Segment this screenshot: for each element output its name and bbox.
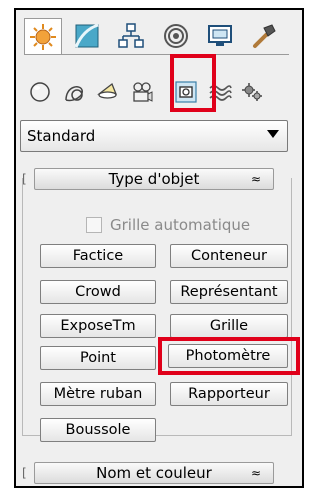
factice-button[interactable]: Factice (40, 244, 156, 268)
cameras-icon (133, 82, 153, 102)
dropdown-selected-value: Standard (27, 127, 96, 145)
category-toolbar (24, 70, 289, 118)
motion-icon (163, 24, 188, 48)
checkbox-box[interactable] (86, 217, 102, 233)
chevron-down-icon (267, 130, 279, 138)
autogrid-checkbox[interactable]: Grille automatique (86, 216, 250, 234)
expand-icon: ≈ (250, 466, 261, 480)
collapse-icon: ≈ (250, 172, 261, 186)
metre-ruban-button[interactable]: Mètre ruban (40, 382, 156, 406)
category-lights[interactable] (94, 78, 122, 106)
category-systems[interactable] (238, 78, 266, 106)
conteneur-button[interactable]: Conteneur (170, 244, 288, 268)
create-icon (30, 23, 57, 50)
object-type-rollout-header[interactable]: [ Type d'objet ≈ (20, 168, 292, 190)
tab-create[interactable] (24, 18, 63, 54)
exposetm-button[interactable]: ExposeTm (40, 314, 156, 338)
point-button[interactable]: Point (40, 346, 156, 370)
category-shapes[interactable] (60, 78, 88, 106)
rollout-left-bracket: [ (22, 172, 27, 186)
shapes-icon (65, 86, 83, 102)
highlight-box-helpers (170, 54, 216, 112)
boussole-button[interactable]: Boussole (40, 418, 156, 442)
tab-modify[interactable] (68, 18, 106, 54)
command-panel-tabs (24, 18, 289, 54)
category-geometry[interactable] (26, 78, 54, 106)
geometry-icon (30, 82, 50, 102)
subcategory-dropdown[interactable]: Standard (20, 120, 288, 152)
object-type-title: Type d'objet (108, 170, 200, 188)
tab-hierarchy[interactable] (112, 18, 150, 54)
highlight-box-photometre (158, 337, 300, 375)
category-cameras[interactable] (128, 78, 156, 106)
object-type-title-bar[interactable]: Type d'objet ≈ (34, 168, 274, 190)
tab-utilities[interactable] (245, 18, 283, 54)
crowd-button[interactable]: Crowd (40, 280, 156, 304)
autogrid-label: Grille automatique (110, 216, 251, 234)
modify-icon (74, 23, 99, 48)
name-color-title: Nom et couleur (96, 464, 212, 482)
name-color-rollout-header[interactable]: [ Nom et couleur ≈ (20, 462, 292, 484)
hierarchy-icon (118, 23, 145, 48)
rollout-left-bracket: [ (22, 466, 27, 480)
display-icon (207, 25, 232, 46)
name-color-title-bar[interactable]: Nom et couleur ≈ (34, 462, 274, 484)
tab-motion[interactable] (157, 18, 195, 54)
tab-display[interactable] (201, 18, 239, 54)
utilities-icon (252, 24, 276, 48)
lights-icon (97, 82, 117, 99)
systems-icon (242, 83, 262, 101)
rapporteur-button[interactable]: Rapporteur (170, 382, 288, 406)
representant-button[interactable]: Représentant (170, 280, 288, 304)
tab-divider (24, 54, 289, 55)
grille-button[interactable]: Grille (170, 314, 288, 338)
